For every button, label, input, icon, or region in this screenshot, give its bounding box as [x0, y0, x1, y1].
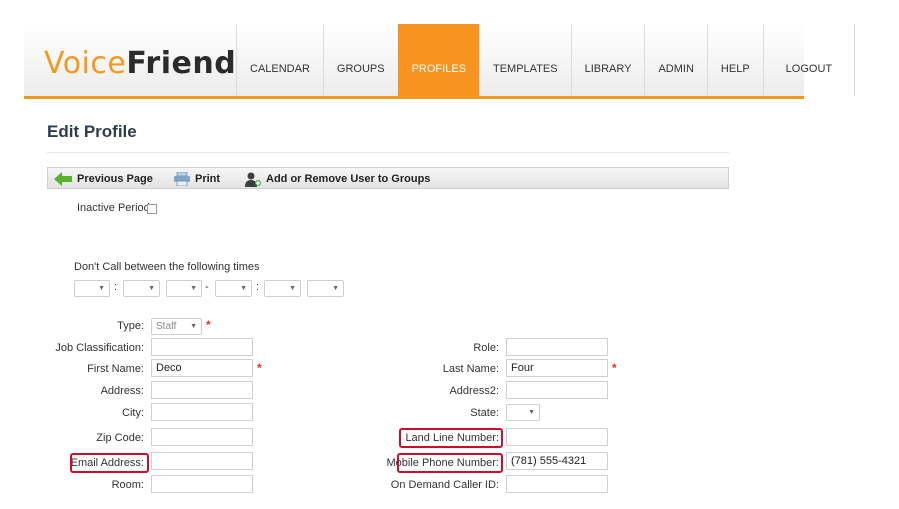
nav-templates[interactable]: TEMPLATES: [479, 24, 571, 96]
dont-call-label: Don't Call between the following times: [74, 261, 260, 273]
voicefriend-logo[interactable]: VoiceFriend: [44, 46, 236, 81]
user-group-icon: [245, 172, 261, 187]
city-input[interactable]: [151, 403, 253, 421]
dont-call-start-hour-select[interactable]: ▼: [74, 280, 110, 297]
first-name-input[interactable]: Deco: [151, 359, 253, 377]
back-arrow-icon: [54, 172, 72, 186]
land-line-number-highlight: [399, 428, 503, 448]
main-nav: CALENDAR GROUPS PROFILES TEMPLATES LIBRA…: [236, 24, 856, 96]
nav-groups[interactable]: GROUPS: [322, 24, 398, 96]
dont-call-end-ampm-select[interactable]: ▼: [307, 280, 344, 297]
time-range-separator: -: [205, 281, 209, 293]
on-demand-caller-id-input[interactable]: [506, 475, 608, 493]
page-title: Edit Profile: [47, 122, 137, 141]
zip-code-input[interactable]: [151, 428, 253, 446]
printer-icon: [174, 172, 190, 186]
nav-help[interactable]: HELP: [706, 24, 763, 96]
add-remove-groups-button[interactable]: Add or Remove User to Groups: [244, 170, 430, 188]
on-demand-caller-id-label: On Demand Caller ID:: [390, 479, 499, 491]
inactive-period-checkbox[interactable]: [147, 204, 157, 214]
address-label: Address:: [100, 385, 144, 397]
required-asterisk: *: [206, 318, 211, 332]
last-name-label: Last Name:: [442, 363, 499, 375]
print-button[interactable]: Print: [174, 170, 220, 188]
dont-call-start-ampm-select[interactable]: ▼: [166, 280, 202, 297]
state-select[interactable]: ▼: [506, 404, 540, 421]
address2-input[interactable]: [506, 381, 608, 399]
land-line-number-input[interactable]: [506, 428, 608, 446]
type-select-value: Staff: [156, 321, 177, 332]
action-toolbar: Previous Page Print Add or Remove User t…: [47, 167, 729, 189]
email-address-input[interactable]: [151, 452, 253, 470]
email-address-highlight: [70, 453, 149, 473]
mobile-phone-number-input[interactable]: (781) 555-4321: [506, 452, 608, 470]
role-input[interactable]: [506, 338, 608, 356]
add-remove-groups-label: Add or Remove User to Groups: [266, 173, 431, 185]
previous-page-button[interactable]: Previous Page: [54, 170, 153, 188]
room-label: Room:: [111, 479, 144, 491]
time-separator: :: [256, 281, 260, 293]
role-label: Role:: [473, 342, 499, 354]
required-asterisk: *: [612, 361, 617, 375]
dont-call-start-minute-select[interactable]: ▼: [123, 280, 160, 297]
title-divider: [47, 152, 729, 153]
nav-admin[interactable]: ADMIN: [644, 24, 706, 96]
address2-label: Address2:: [449, 385, 499, 397]
first-name-label: First Name:: [87, 363, 144, 375]
city-label: City:: [122, 407, 144, 419]
room-input[interactable]: [151, 475, 253, 493]
zip-code-label: Zip Code:: [96, 432, 144, 444]
mobile-phone-number-highlight: [397, 453, 503, 473]
nav-library[interactable]: LIBRARY: [570, 24, 645, 96]
dont-call-end-minute-select[interactable]: ▼: [264, 280, 301, 297]
dont-call-end-hour-select[interactable]: ▼: [215, 280, 252, 297]
last-name-input[interactable]: Four: [506, 359, 608, 377]
address-input[interactable]: [151, 381, 253, 399]
nav-calendar[interactable]: CALENDAR: [236, 24, 323, 96]
inactive-period-label: Inactive Period: [77, 202, 150, 214]
nav-logout[interactable]: LOGOUT: [762, 24, 856, 96]
logo-part2: Friend: [126, 46, 237, 81]
required-asterisk: *: [257, 361, 262, 375]
type-label: Type:: [117, 320, 144, 332]
job-classification-input[interactable]: [151, 338, 253, 356]
print-label: Print: [195, 173, 221, 185]
nav-profiles[interactable]: PROFILES: [397, 24, 479, 96]
logo-part1: Voice: [44, 46, 127, 81]
previous-page-label: Previous Page: [77, 173, 153, 185]
app-header: VoiceFriend CALENDAR GROUPS PROFILES TEM…: [24, 24, 856, 99]
state-label: State:: [470, 407, 499, 419]
type-select[interactable]: Staff ▼: [151, 318, 202, 335]
job-classification-label: Job Classification:: [55, 342, 144, 354]
time-separator: :: [114, 281, 118, 293]
